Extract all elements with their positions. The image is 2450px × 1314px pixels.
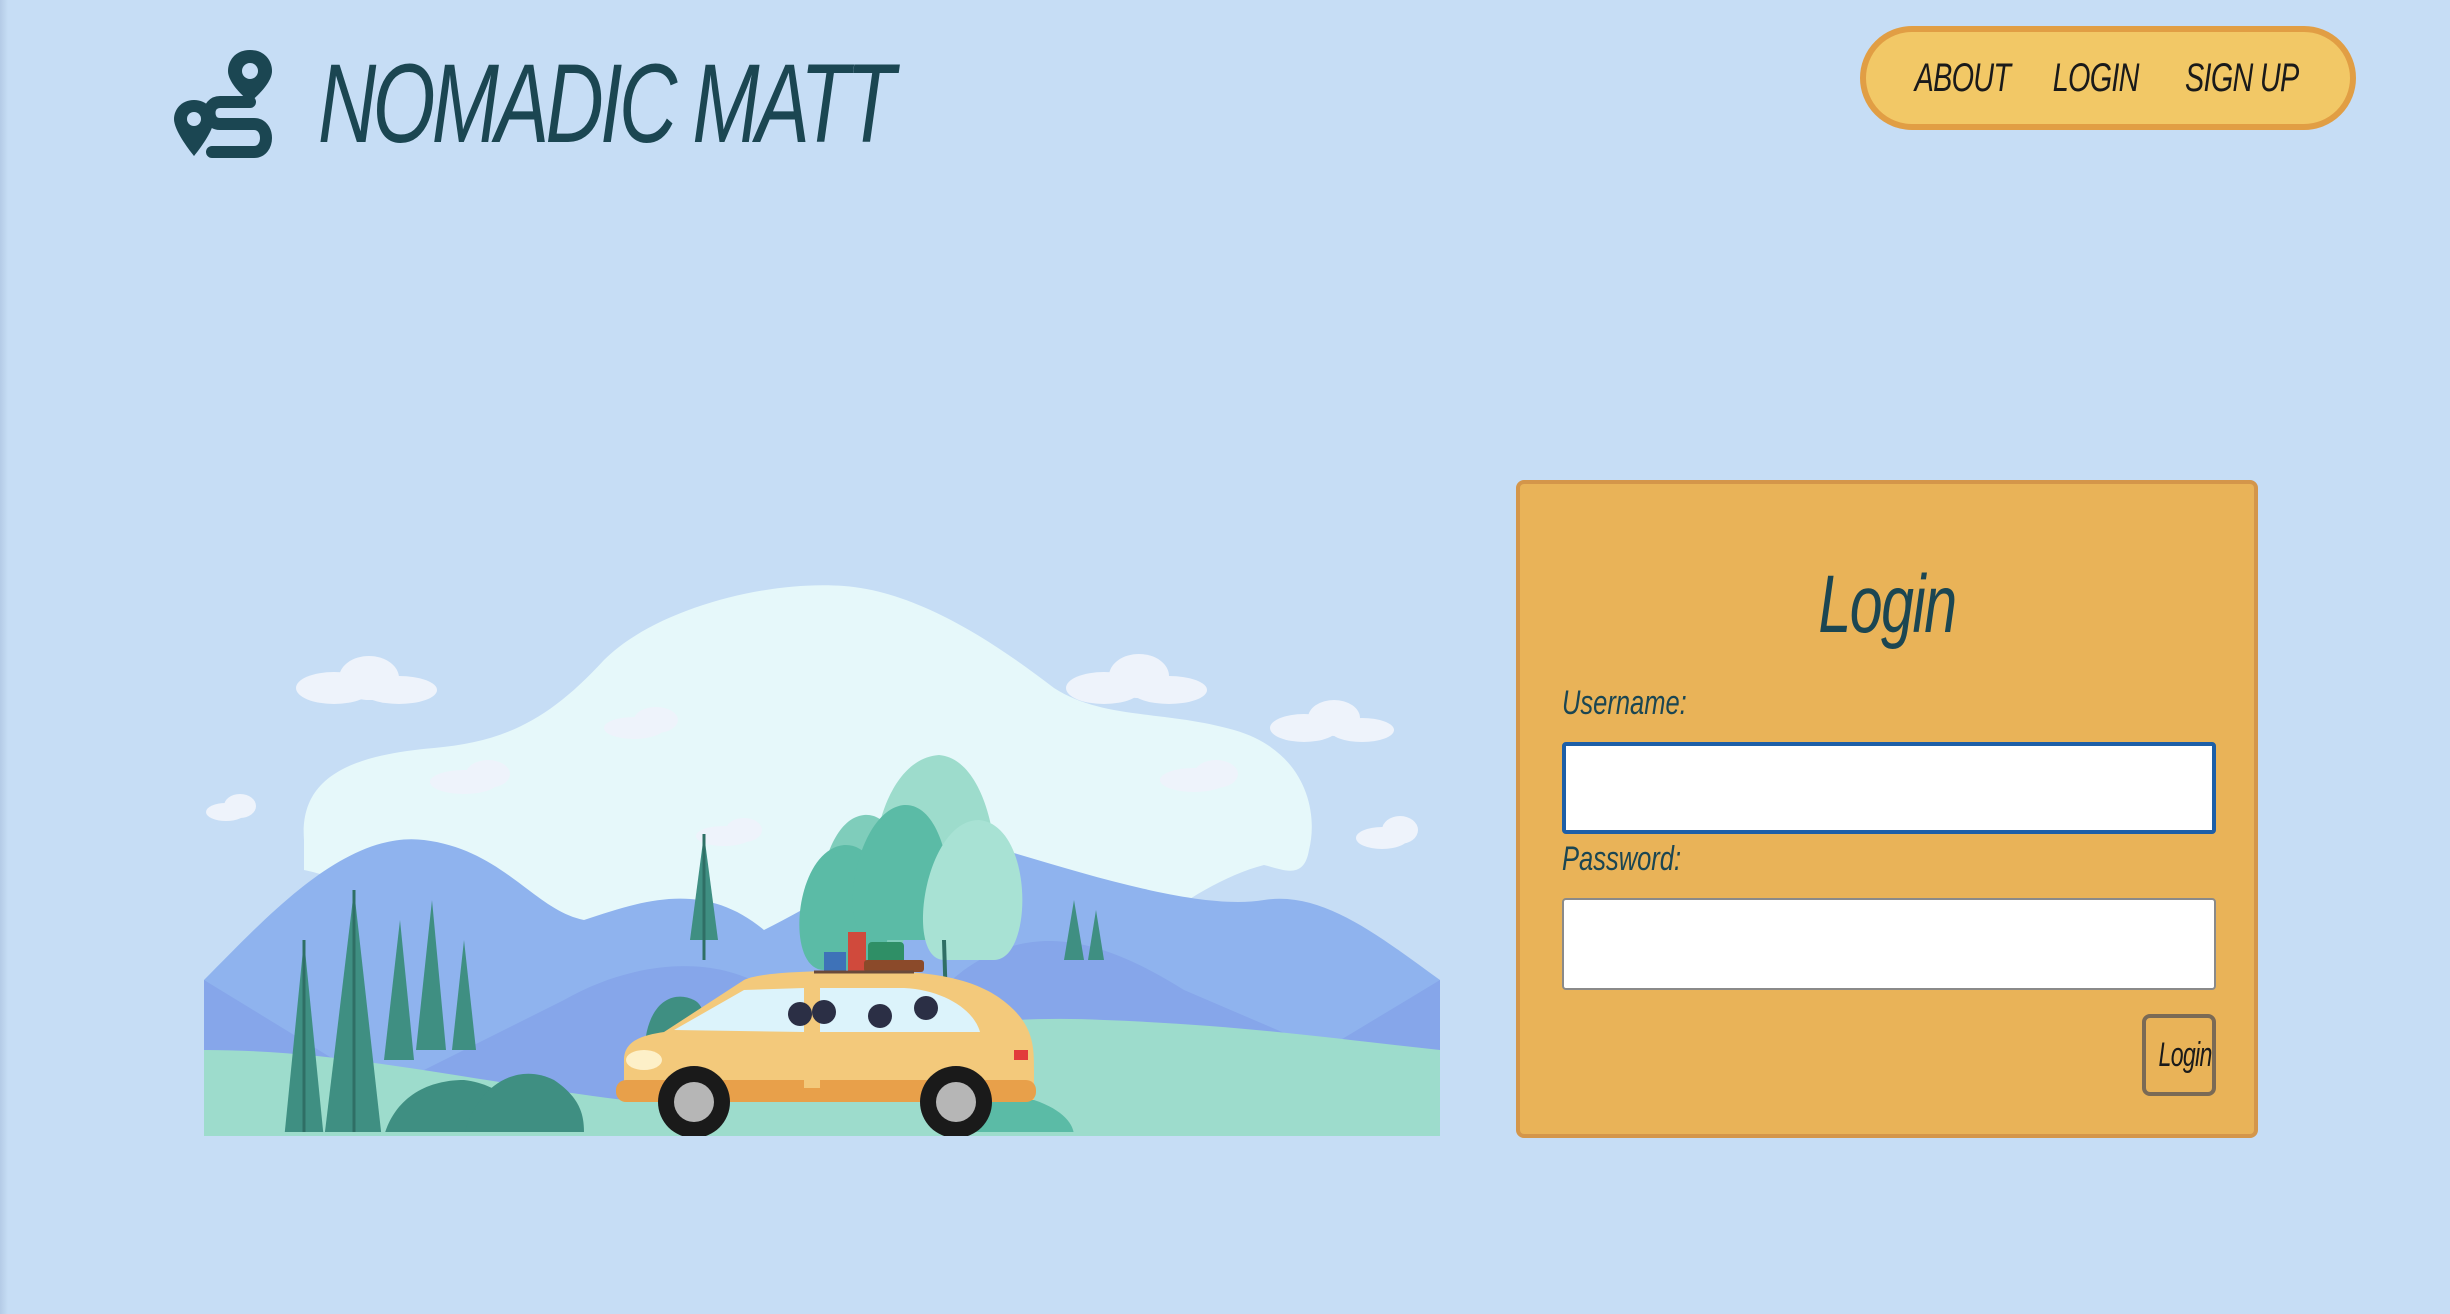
top-nav: ABOUT LOGIN SIGN UP [1860, 26, 2356, 130]
username-input[interactable] [1562, 742, 2216, 834]
page-edge-shade [0, 0, 8, 1314]
nav-signup-link[interactable]: SIGN UP [2185, 56, 2299, 101]
nav-login-link[interactable]: LOGIN [2053, 56, 2140, 101]
route-pin-icon [174, 50, 272, 158]
username-label: Username: [1562, 684, 1687, 722]
brand-name: NOMADIC MATT [318, 41, 895, 166]
login-card: Login Username: Password: Login [1516, 480, 2258, 1138]
login-submit-label: Login [2158, 1035, 2213, 1074]
login-submit-button[interactable]: Login [2142, 1014, 2216, 1096]
password-label: Password: [1562, 840, 1682, 878]
password-input[interactable] [1562, 898, 2216, 990]
nav-about-link[interactable]: ABOUT [1914, 56, 2010, 101]
brand-logo[interactable]: NOMADIC MATT [172, 44, 1115, 164]
road-trip-car-illustration [204, 585, 1440, 1136]
login-title: Login [1818, 559, 1957, 650]
